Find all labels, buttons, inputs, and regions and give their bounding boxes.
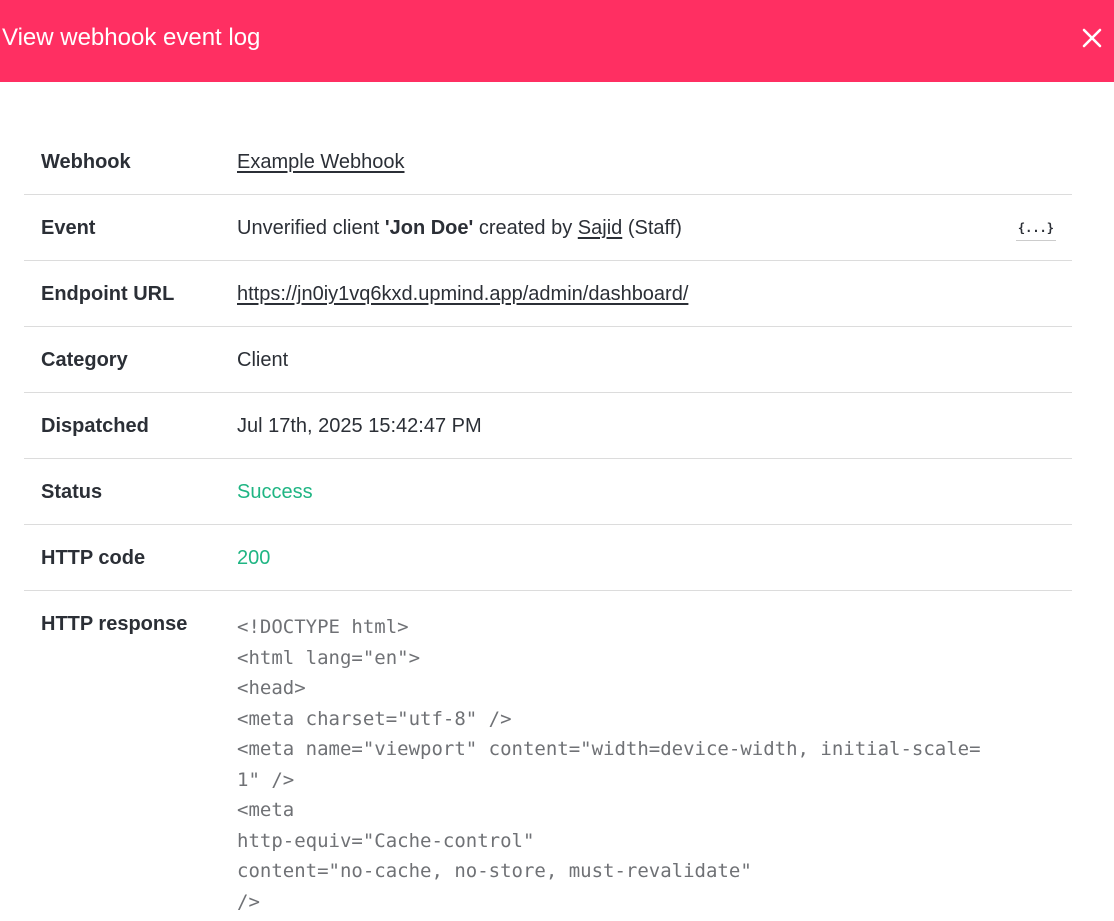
event-value: Unverified client 'Jon Doe' created by S…	[237, 216, 682, 240]
row-event: Event Unverified client 'Jon Doe' create…	[24, 195, 1072, 261]
endpoint-url-link[interactable]: https://jn0iy1vq6kxd.upmind.app/admin/da…	[237, 283, 688, 305]
status-value: Success	[237, 481, 313, 503]
http-code-value: 200	[237, 547, 271, 569]
modal-header: View webhook event log	[0, 0, 1114, 82]
dispatched-label: Dispatched	[41, 415, 149, 437]
endpoint-url-value: https://jn0iy1vq6kxd.upmind.app/admin/da…	[237, 282, 688, 306]
http-response-line: <meta name="viewport" content="width=dev…	[237, 738, 981, 760]
event-prefix: Unverified client	[237, 217, 385, 239]
http-response-line: http-equiv="Cache-control"	[237, 829, 535, 852]
category-value: Client	[237, 349, 289, 371]
view-json-button[interactable]: {...}	[1015, 220, 1056, 241]
row-http-response: HTTP response <!DOCTYPE html> <html lang…	[24, 591, 1072, 921]
close-button[interactable]	[1078, 24, 1106, 52]
category-label: Category	[41, 349, 128, 371]
http-response-line: <meta charset="utf-8" />	[237, 707, 512, 730]
webhook-label: Webhook	[41, 151, 131, 173]
webhook-value: Example Webhook	[237, 150, 405, 174]
event-actor-link[interactable]: Sajid	[578, 217, 622, 239]
row-category: Category Client	[24, 327, 1072, 393]
row-webhook: Webhook Example Webhook	[24, 129, 1072, 195]
event-details-table: Webhook Example Webhook Event Unverified…	[24, 129, 1072, 921]
row-status: Status Success	[24, 459, 1072, 525]
http-response-line: <html lang="en">	[237, 646, 421, 669]
row-http-code: HTTP code 200	[24, 525, 1072, 591]
http-response-label: HTTP response	[41, 613, 188, 635]
http-response-body: <!DOCTYPE html> <html lang="en"> <head> …	[237, 612, 1057, 917]
event-label: Event	[41, 217, 96, 239]
http-response-line: content="no-cache, no-store, must-revali…	[237, 860, 752, 882]
http-response-line: <head>	[237, 677, 306, 699]
close-icon	[1082, 28, 1102, 48]
event-suffix: (Staff)	[622, 217, 682, 239]
event-middle: created by	[473, 217, 578, 239]
http-response-line: 1" />	[237, 768, 295, 791]
http-response-line: />	[237, 890, 260, 913]
webhook-link[interactable]: Example Webhook	[237, 151, 405, 173]
endpoint-url-label: Endpoint URL	[41, 283, 175, 305]
row-dispatched: Dispatched Jul 17th, 2025 15:42:47 PM	[24, 393, 1072, 459]
modal-title: View webhook event log	[2, 24, 261, 51]
dispatched-value: Jul 17th, 2025 15:42:47 PM	[237, 415, 482, 437]
http-response-line: <!DOCTYPE html>	[237, 616, 409, 638]
status-label: Status	[41, 481, 103, 503]
http-code-label: HTTP code	[41, 547, 146, 569]
http-response-line: <meta	[237, 799, 295, 821]
event-client-name: 'Jon Doe'	[384, 217, 474, 239]
row-endpoint-url: Endpoint URL https://jn0iy1vq6kxd.upmind…	[24, 261, 1072, 327]
